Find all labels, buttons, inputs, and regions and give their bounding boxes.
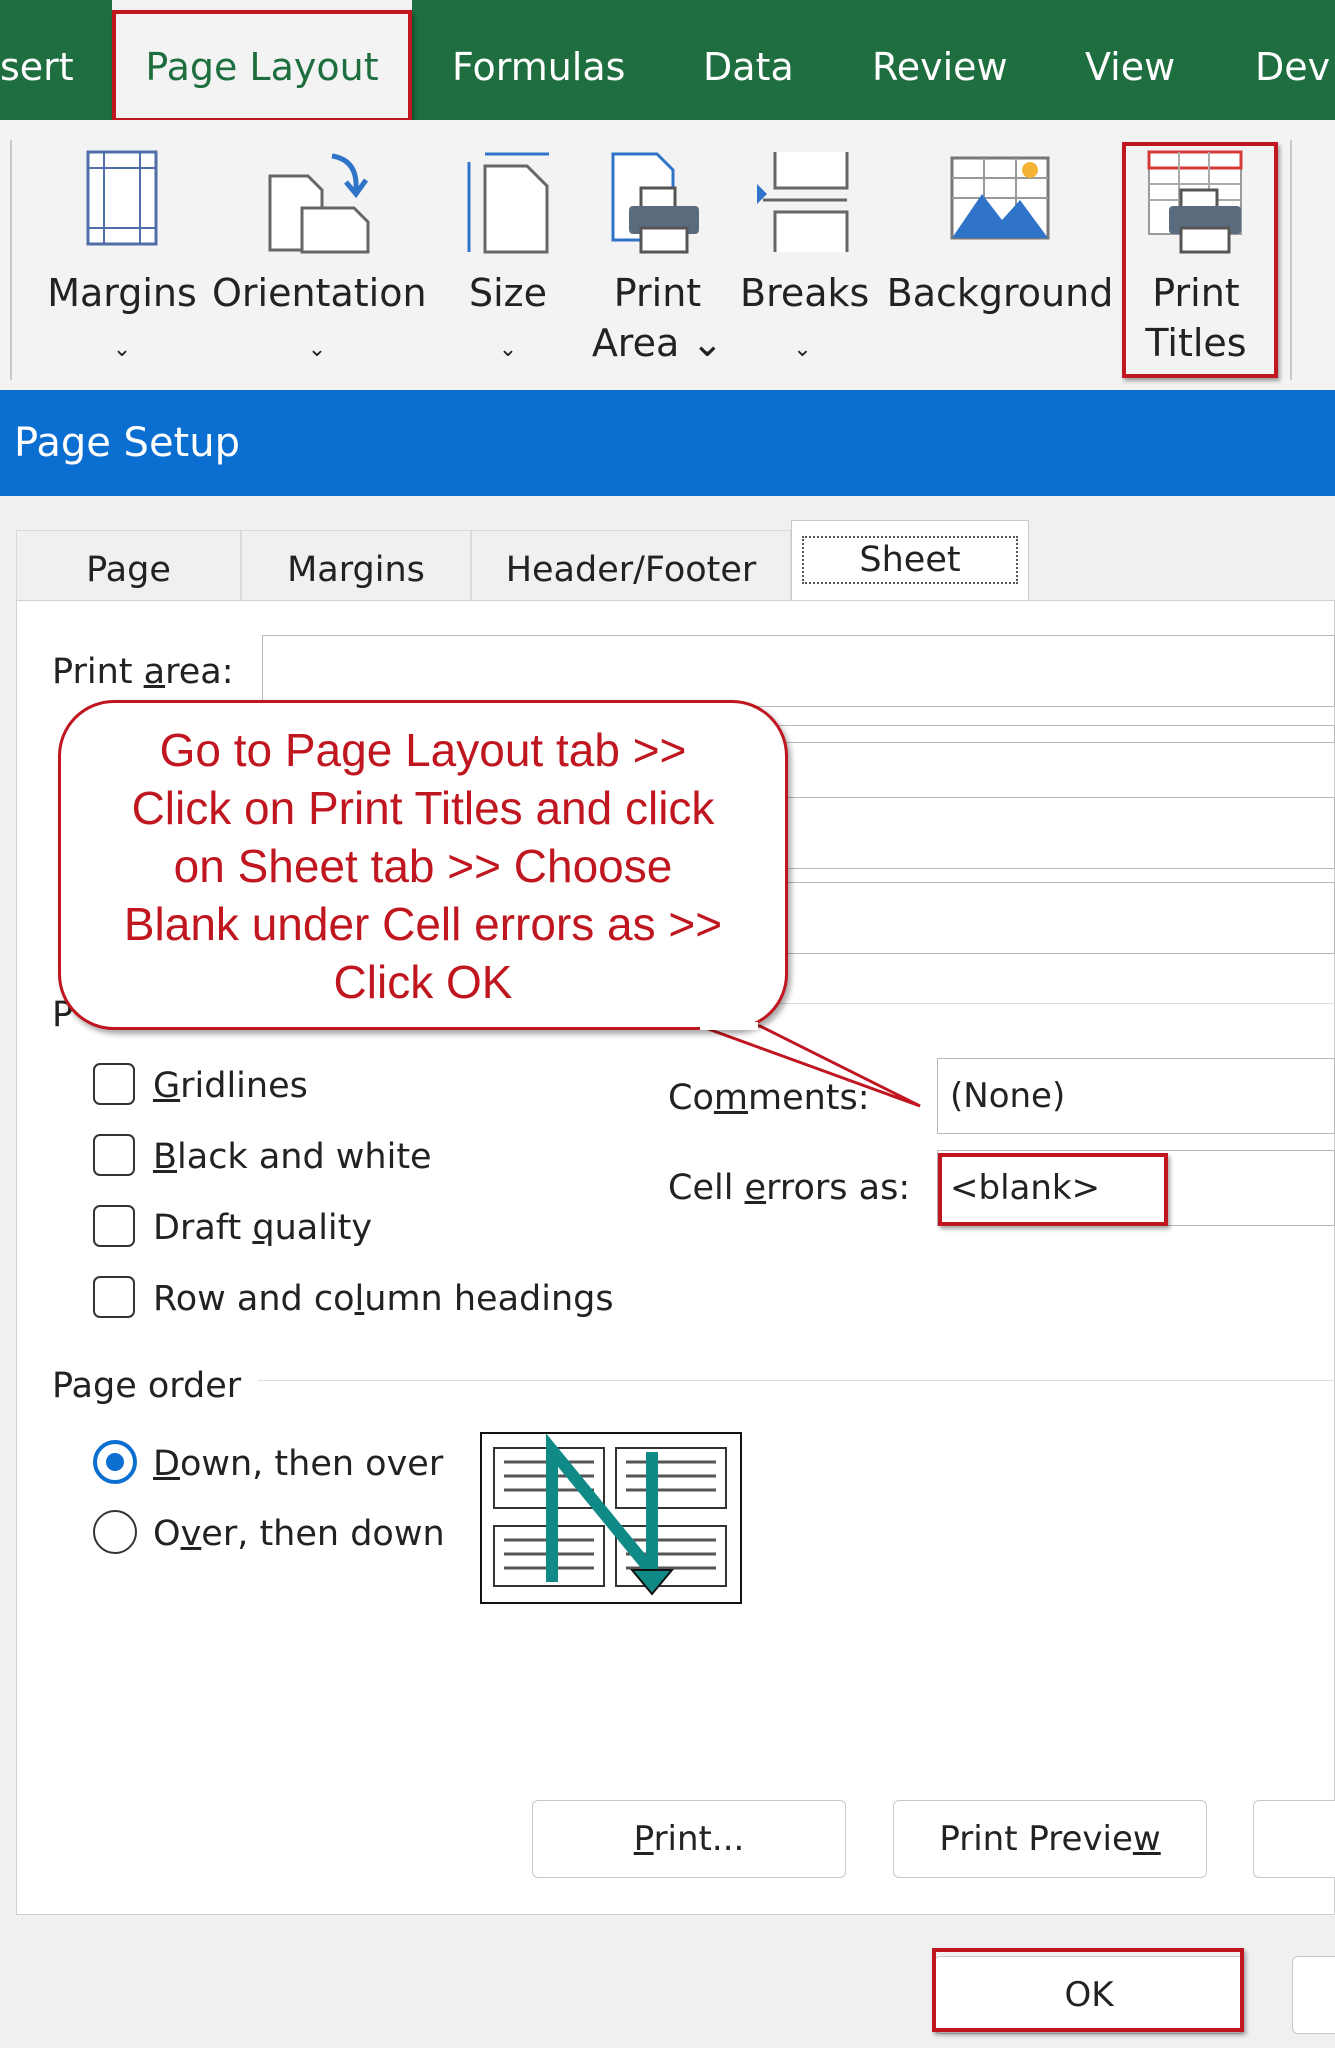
tab-sheet-label: Sheet bbox=[802, 536, 1018, 584]
down-then-over-label: Down, then over bbox=[153, 1444, 444, 1484]
orientation-icon bbox=[268, 153, 370, 254]
page-order-preview-icon bbox=[480, 1432, 742, 1604]
background-label: Background bbox=[886, 271, 1114, 315]
tab-margins[interactable]: Margins bbox=[241, 530, 471, 604]
page-order-label: Page order bbox=[52, 1366, 242, 1406]
ribbon-separator bbox=[1290, 140, 1292, 380]
callout-text: Go to Page Layout tab >> Click on Print … bbox=[123, 724, 723, 1008]
margins-label: Margins ⌄ bbox=[47, 271, 197, 362]
tab-insert[interactable]: sert bbox=[0, 0, 95, 120]
background-icon bbox=[950, 156, 1050, 240]
tab-review[interactable]: Review bbox=[872, 0, 1022, 120]
size-label: Size ⌄ bbox=[468, 271, 547, 362]
page-layout-highlight bbox=[112, 10, 412, 122]
breaks-icon bbox=[756, 152, 848, 252]
print-titles-highlight bbox=[1122, 142, 1278, 378]
instruction-callout: Go to Page Layout tab >> Click on Print … bbox=[58, 700, 788, 1030]
black-and-white-checkbox[interactable] bbox=[93, 1134, 135, 1176]
print-area-icon bbox=[611, 152, 699, 254]
draft-quality-checkbox[interactable] bbox=[93, 1205, 135, 1247]
dialog-title-bar: Page Setup bbox=[0, 390, 1335, 496]
size-button[interactable]: Size ⌄ bbox=[448, 120, 568, 390]
print-area-label: Print Area ⌄ bbox=[591, 271, 724, 365]
margins-icon bbox=[86, 150, 158, 246]
print-button[interactable]: Print... bbox=[532, 1800, 846, 1878]
tab-view[interactable]: View bbox=[1085, 0, 1195, 120]
rows-to-repeat-input[interactable] bbox=[770, 797, 1335, 869]
orientation-button[interactable]: Orientation ⌄ bbox=[212, 120, 427, 390]
comments-label: Comments: bbox=[668, 1078, 870, 1118]
background-button[interactable]: Background bbox=[885, 120, 1115, 390]
over-then-down-label: Over, then down bbox=[153, 1514, 445, 1554]
tab-formulas[interactable]: Formulas bbox=[452, 0, 642, 120]
options-button[interactable] bbox=[1253, 1800, 1335, 1878]
titles-section-divider bbox=[770, 725, 1335, 743]
gridlines-checkbox[interactable] bbox=[93, 1063, 135, 1105]
draft-quality-label: Draft quality bbox=[153, 1208, 373, 1248]
tab-data[interactable]: Data bbox=[703, 0, 813, 120]
black-and-white-label: Black and white bbox=[153, 1137, 432, 1177]
orientation-label: Orientation ⌄ bbox=[212, 271, 427, 362]
page-order-divider bbox=[258, 1380, 1335, 1381]
over-then-down-radio[interactable] bbox=[93, 1510, 137, 1554]
comments-select[interactable]: (None) bbox=[937, 1058, 1335, 1134]
tab-header-footer[interactable]: Header/Footer bbox=[471, 530, 791, 604]
tab-developer[interactable]: Dev bbox=[1255, 0, 1335, 120]
dialog-title: Page Setup bbox=[14, 420, 240, 466]
breaks-label: Breaks ⌄ bbox=[740, 271, 870, 362]
margins-button[interactable]: Margins ⌄ bbox=[42, 120, 202, 390]
cell-errors-highlight bbox=[938, 1153, 1168, 1226]
tab-page[interactable]: Page bbox=[16, 530, 241, 604]
down-then-over-radio[interactable] bbox=[93, 1440, 137, 1484]
print-section-divider bbox=[770, 1003, 1335, 1004]
ok-button-highlight bbox=[932, 1948, 1244, 2032]
print-preview-button[interactable]: Print Preview bbox=[893, 1800, 1207, 1878]
callout-pointer-join bbox=[700, 1022, 758, 1030]
size-icon bbox=[467, 152, 549, 254]
cell-errors-label: Cell errors as: bbox=[668, 1168, 911, 1208]
row-column-headings-label: Row and column headings bbox=[153, 1279, 614, 1319]
print-area-button[interactable]: Print Area ⌄ bbox=[585, 120, 730, 390]
row-column-headings-checkbox[interactable] bbox=[93, 1276, 135, 1318]
tab-sheet[interactable]: Sheet bbox=[791, 520, 1029, 602]
print-area-label: Print area: bbox=[52, 652, 234, 692]
gridlines-label: Gridlines bbox=[153, 1066, 308, 1106]
print-area-input[interactable] bbox=[262, 635, 1335, 707]
cancel-button[interactable] bbox=[1292, 1956, 1335, 2034]
breaks-button[interactable]: Breaks ⌄ bbox=[740, 120, 870, 390]
ribbon-separator bbox=[10, 140, 12, 380]
columns-to-repeat-input[interactable] bbox=[770, 882, 1335, 954]
